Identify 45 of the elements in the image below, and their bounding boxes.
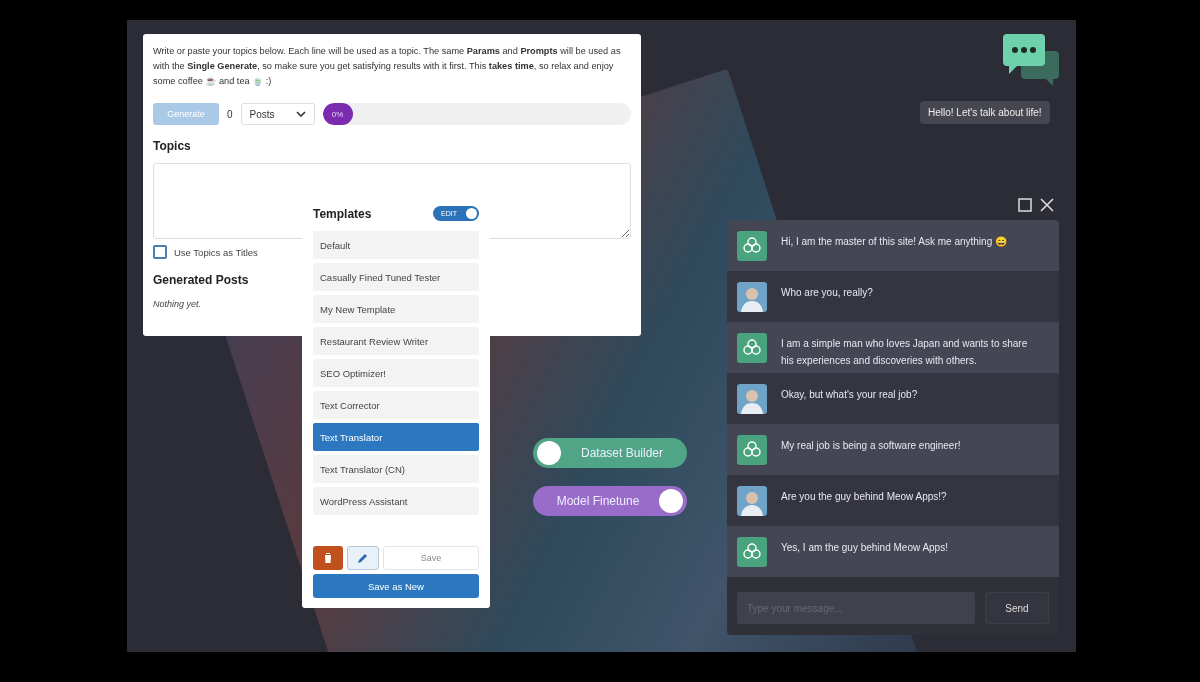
template-item[interactable]: Text Translator (CN): [313, 455, 479, 483]
message-text: Okay, but what's your real job?: [781, 388, 918, 402]
message-text: Hi, I am the master of this site! Ask me anything 😄: [781, 235, 1007, 249]
message-text: I am a simple man who loves Japan and wants to share his experiences and discoveries with others.: [781, 337, 1029, 368]
send-button[interactable]: Send: [985, 592, 1049, 624]
template-item[interactable]: Text Corrector: [313, 391, 479, 419]
checkbox-label: Use Topics as Titles: [174, 246, 258, 258]
close-icon[interactable]: [1040, 198, 1054, 212]
empty-text: Nothing yet.: [153, 299, 203, 309]
bot-avatar-icon: [737, 231, 767, 261]
intro-text: Write or paste your topics below. Each line will be used as a topic. The same Params and Prompts will be used as with the Single Generate, so make sure you get satisfying results with it first. This takes time, so relax and enjoy some coffee ☕ and tea 🍵 :): [153, 45, 622, 88]
pencil-icon: [357, 552, 369, 564]
message-text: Are you the guy behind Meow Apps!?: [781, 490, 947, 504]
unit-select[interactable]: Posts: [240, 103, 315, 125]
maximize-icon[interactable]: [1018, 198, 1032, 212]
delete-button[interactable]: [313, 546, 343, 570]
message-text: Who are you, really?: [781, 286, 873, 300]
message-text: My real job is being a software engineer!: [781, 439, 961, 453]
bot-avatar-icon: [737, 537, 767, 567]
chat-bubbles-icon[interactable]: [1003, 33, 1059, 87]
user-avatar-icon: [737, 384, 767, 414]
chevron-down-icon: [295, 111, 306, 117]
user-avatar-icon: [737, 282, 767, 312]
template-item[interactable]: SEO Optimizer!: [313, 359, 479, 387]
template-item[interactable]: Restaurant Review Writer: [313, 327, 479, 355]
post-count: 0: [227, 108, 233, 120]
bot-avatar-icon: [737, 333, 767, 363]
topics-heading: Topics: [153, 139, 191, 153]
template-item[interactable]: Default: [313, 231, 479, 259]
feature-toggle[interactable]: Model Finetune: [533, 486, 687, 516]
template-item[interactable]: Casually Fined Tuned Tester: [313, 263, 479, 291]
save-as-new-button[interactable]: Save as New: [313, 574, 479, 598]
greeting-bubble: Hello! Let's talk about life!: [920, 101, 1050, 124]
templates-title: Templates: [313, 206, 372, 221]
template-item[interactable]: My New Template: [313, 295, 479, 323]
checkbox[interactable]: [153, 245, 167, 259]
generated-posts-heading: Generated Posts: [153, 273, 249, 287]
message-text: Yes, I am the guy behind Meow Apps!: [781, 541, 948, 555]
trash-icon: [323, 552, 333, 564]
template-item[interactable]: Text Translator: [313, 423, 479, 451]
edit-button[interactable]: [347, 546, 379, 570]
progress-label: 0%: [331, 109, 344, 119]
bot-avatar-icon: [737, 435, 767, 465]
user-avatar-icon: [737, 486, 767, 516]
template-item[interactable]: WordPress Assistant: [313, 487, 479, 515]
